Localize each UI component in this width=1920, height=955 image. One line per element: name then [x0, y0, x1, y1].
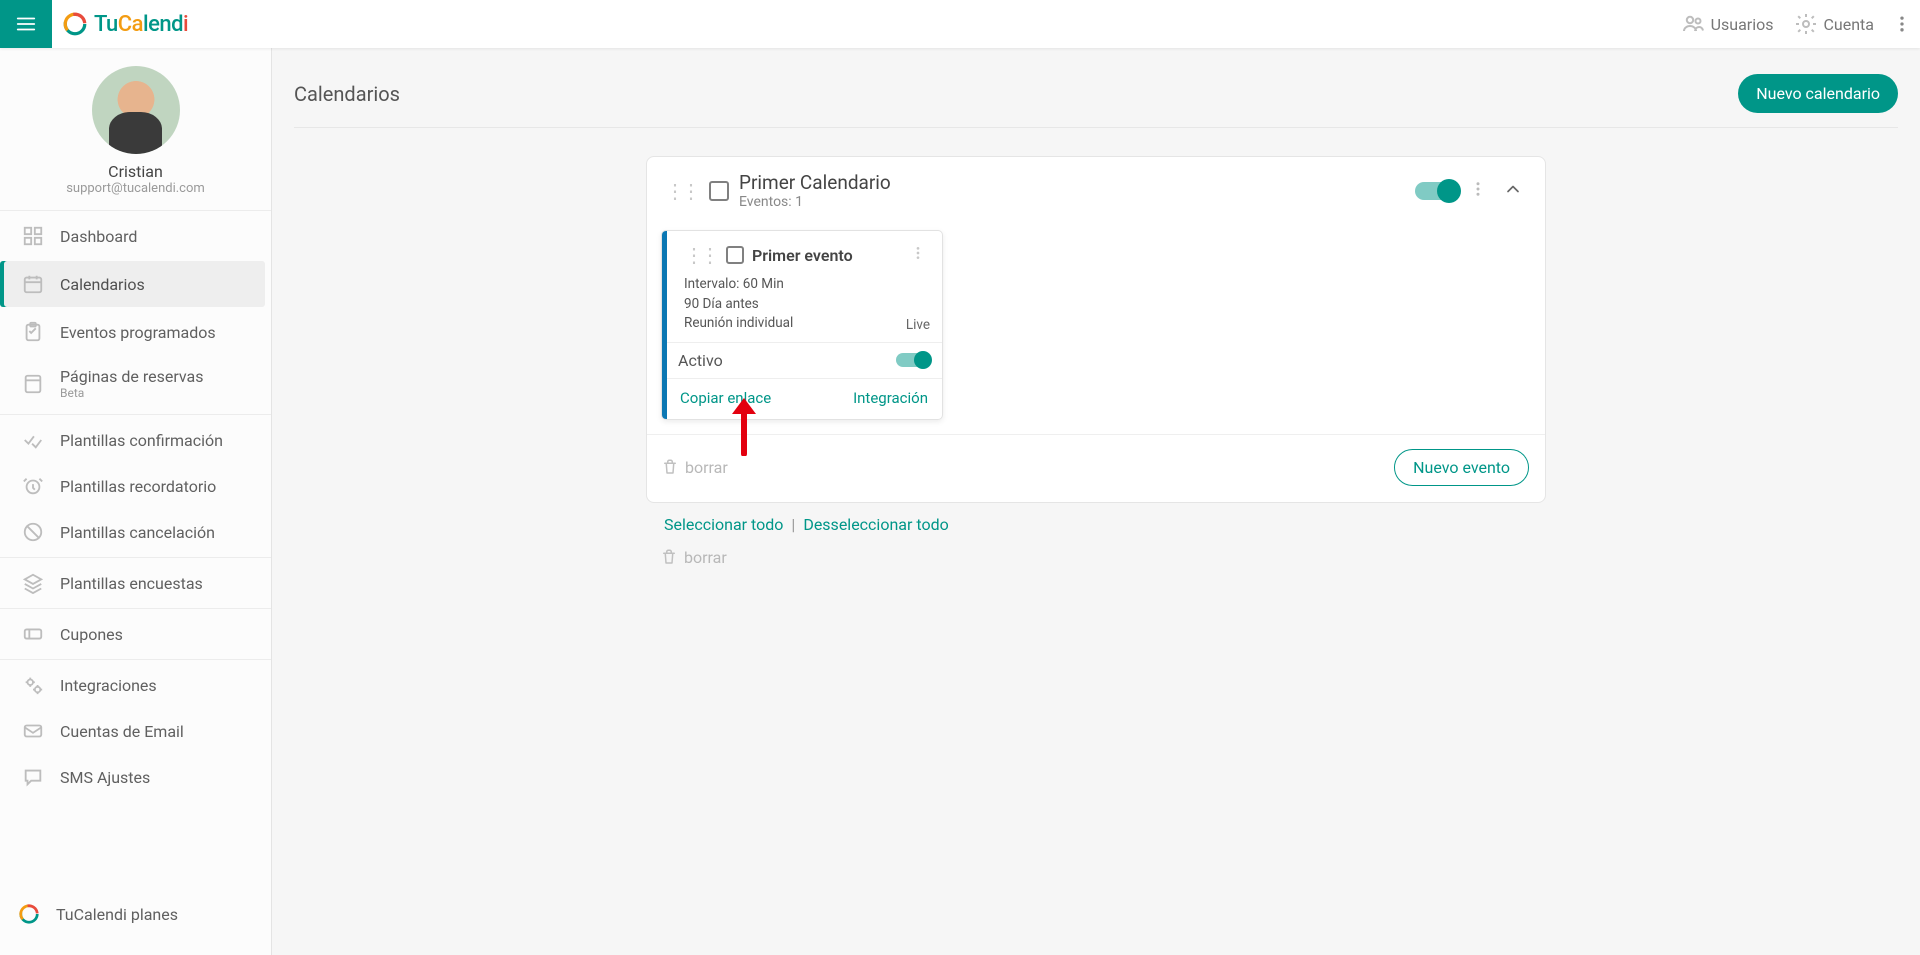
global-delete[interactable]: borrar: [646, 538, 1546, 567]
chevron-up-icon: [1503, 179, 1523, 199]
profile-name: Cristian: [0, 162, 271, 181]
gear-icon: [1794, 12, 1818, 36]
sidebar-item-sublabel: Beta: [60, 386, 203, 400]
sidebar-item-label: TuCalendi planes: [56, 905, 178, 924]
chat-icon: [22, 766, 44, 788]
calendar-checkbox[interactable]: [709, 181, 729, 201]
sidebar-item-plantillas-cancelacion[interactable]: Plantillas cancelación: [0, 509, 271, 555]
profile-email: support@tucalendi.com: [0, 181, 271, 196]
calendar-drag-handle[interactable]: ⋮⋮: [659, 177, 703, 205]
sidebar-item-label: Plantillas recordatorio: [60, 477, 216, 496]
avatar[interactable]: [92, 66, 180, 154]
ticket-icon: [22, 623, 44, 645]
sidebar-item-cupones[interactable]: Cupones: [0, 611, 271, 657]
sidebar-item-integraciones[interactable]: Integraciones: [0, 662, 271, 708]
sidebar-item-email[interactable]: Cuentas de Email: [0, 708, 271, 754]
envelope-icon: [22, 720, 44, 742]
sidebar-item-label: Plantillas encuestas: [60, 574, 203, 593]
cancel-icon: [22, 521, 44, 543]
sidebar-item-label: Plantillas cancelación: [60, 523, 215, 542]
sidebar-item-label: Eventos programados: [60, 323, 216, 342]
sidebar-item-plantillas-confirmacion[interactable]: Plantillas confirmación: [0, 417, 271, 463]
dashboard-icon: [22, 225, 44, 247]
copy-link[interactable]: Copiar enlace: [680, 389, 771, 407]
page-title: Calendarios: [294, 82, 400, 106]
gears-icon: [22, 674, 44, 696]
account-link[interactable]: Cuenta: [1784, 8, 1885, 40]
logo-text: TuCalendi: [94, 12, 188, 37]
checks-icon: [22, 429, 44, 451]
trash-icon: [660, 548, 678, 566]
sidebar-item-label: Calendarios: [60, 275, 145, 294]
dots-vertical-icon: [1892, 14, 1912, 34]
event-meeting-type: Reunión individual: [684, 314, 942, 334]
event-advance: 90 Día antes: [684, 295, 942, 315]
sidebar-item-label: Cupones: [60, 625, 123, 644]
sidebar-item-label: Cuentas de Email: [60, 722, 184, 741]
menu-toggle[interactable]: [0, 0, 52, 48]
calendar-more-menu[interactable]: [1459, 180, 1497, 202]
calendar-event-count: Eventos: 1: [739, 194, 891, 210]
event-active-toggle[interactable]: [896, 353, 930, 367]
calendar-card: ⋮⋮ Primer Calendario Eventos: 1: [646, 156, 1546, 503]
logo[interactable]: TuCalendi: [52, 11, 188, 37]
sidebar-item-reservas[interactable]: Páginas de reservas Beta: [0, 355, 271, 412]
event-more-menu[interactable]: [900, 245, 936, 265]
account-label: Cuenta: [1824, 15, 1875, 34]
main-content: Calendarios Nuevo calendario ⋮⋮ Primer C…: [272, 48, 1920, 955]
event-card: ⋮⋮ Primer evento Intervalo: 60 Min 90 Dí…: [661, 230, 943, 420]
sidebar-item-label: SMS Ajustes: [60, 768, 150, 787]
users-link[interactable]: Usuarios: [1671, 8, 1784, 40]
sidebar-item-label: Páginas de reservas: [60, 367, 203, 386]
integration-link[interactable]: Integración: [853, 389, 928, 407]
sidebar-item-dashboard[interactable]: Dashboard: [0, 213, 271, 259]
event-interval: Intervalo: 60 Min: [684, 275, 942, 295]
profile-block: Cristian support@tucalendi.com: [0, 48, 271, 208]
alarm-icon: [22, 475, 44, 497]
calendar-collapse-toggle[interactable]: [1497, 179, 1529, 203]
sidebar: Cristian support@tucalendi.com Dashboard…: [0, 48, 272, 955]
trash-icon: [661, 458, 679, 476]
calendar-delete[interactable]: borrar: [661, 458, 728, 477]
sidebar-item-label: Integraciones: [60, 676, 157, 695]
new-calendar-button[interactable]: Nuevo calendario: [1738, 74, 1898, 113]
event-active-label: Activo: [678, 351, 723, 370]
select-all-link[interactable]: Seleccionar todo: [664, 515, 783, 534]
page-icon: [22, 373, 44, 395]
sidebar-item-plantillas-recordatorio[interactable]: Plantillas recordatorio: [0, 463, 271, 509]
calendar-active-toggle[interactable]: [1415, 182, 1459, 200]
sidebar-item-plantillas-encuestas[interactable]: Plantillas encuestas: [0, 560, 271, 606]
calendar-title: Primer Calendario: [739, 171, 891, 194]
dots-vertical-icon: [1469, 180, 1487, 198]
sidebar-item-planes[interactable]: TuCalendi planes: [0, 891, 271, 937]
top-more-menu[interactable]: [1884, 0, 1920, 48]
new-event-button[interactable]: Nuevo evento: [1394, 449, 1529, 486]
event-drag-handle[interactable]: ⋮⋮: [678, 241, 722, 269]
sidebar-item-calendarios[interactable]: Calendarios: [0, 261, 265, 307]
sidebar-item-eventos[interactable]: Eventos programados: [0, 309, 271, 355]
event-status: Live: [906, 316, 930, 336]
dots-vertical-icon: [910, 245, 926, 261]
logo-icon: [62, 11, 88, 37]
logo-small-icon: [18, 903, 40, 925]
calendar-icon: [22, 273, 44, 295]
event-title: Primer evento: [752, 246, 853, 265]
sidebar-item-sms[interactable]: SMS Ajustes: [0, 754, 271, 800]
event-checkbox[interactable]: [726, 246, 744, 264]
layers-icon: [22, 572, 44, 594]
deselect-all-link[interactable]: Desseleccionar todo: [803, 515, 948, 534]
clipboard-icon: [22, 321, 44, 343]
users-label: Usuarios: [1711, 15, 1774, 34]
users-icon: [1681, 12, 1705, 36]
sidebar-item-label: Plantillas confirmación: [60, 431, 223, 450]
sidebar-item-label: Dashboard: [60, 227, 137, 246]
